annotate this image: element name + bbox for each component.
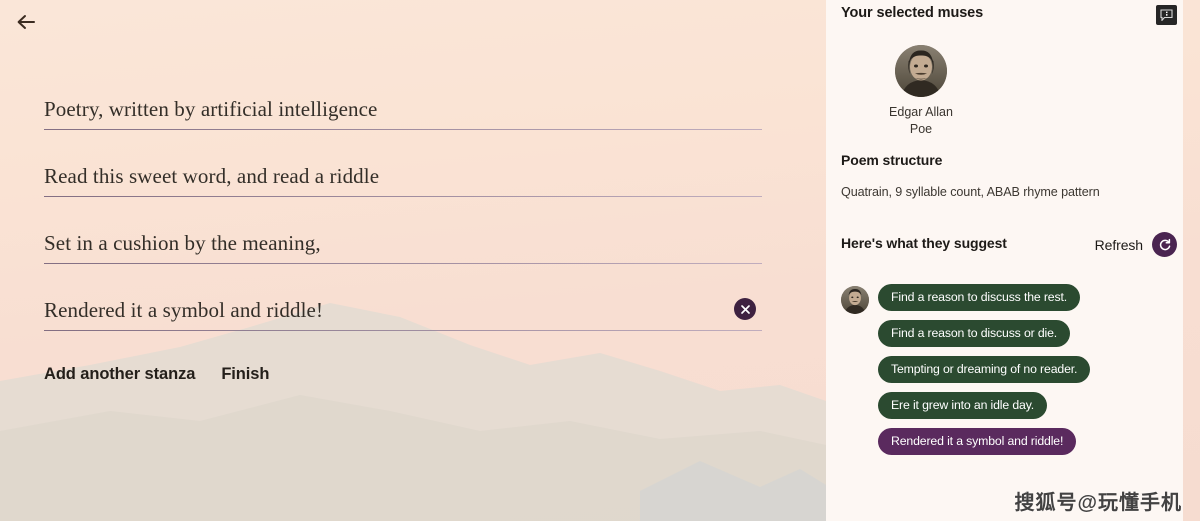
- arrow-left-icon: [17, 15, 35, 29]
- app-screen: Poetry, written by artificial intelligen…: [0, 0, 1200, 521]
- muses-sidebar: Your selected muses Edgar Allan Poe Poem…: [826, 0, 1183, 521]
- stanza-lines: Poetry, written by artificial intelligen…: [44, 96, 762, 331]
- poem-line-underline: [44, 129, 762, 130]
- refresh-icon-circle: [1152, 232, 1177, 257]
- suggestion-author-avatar: [841, 286, 869, 314]
- poem-line-text[interactable]: Rendered it a symbol and riddle!: [44, 297, 762, 329]
- delete-line-button[interactable]: [734, 298, 756, 320]
- poem-line[interactable]: Set in a cushion by the meaning,: [44, 230, 762, 264]
- suggestion-chip-selected[interactable]: Rendered it a symbol and riddle!: [878, 428, 1077, 455]
- poe-portrait-small: [841, 286, 869, 314]
- poem-editor-pane: Poetry, written by artificial intelligen…: [0, 0, 826, 521]
- suggestion-chip[interactable]: Find a reason to discuss or die.: [878, 320, 1071, 347]
- suggestion-row: Find a reason to discuss the rest. Find …: [841, 284, 1171, 455]
- refresh-icon: [1159, 238, 1170, 250]
- muse-name: Edgar Allan Poe: [873, 104, 969, 138]
- finish-button[interactable]: Finish: [221, 365, 269, 384]
- back-button[interactable]: [6, 5, 46, 39]
- poem-line-underline: [44, 330, 762, 331]
- poem-structure-heading: Poem structure: [841, 152, 943, 168]
- poem-line-underline: [44, 196, 762, 197]
- refresh-button[interactable]: Refresh: [1095, 232, 1177, 257]
- close-circle-icon: [740, 304, 750, 314]
- poem-line-text[interactable]: Set in a cushion by the meaning,: [44, 230, 762, 262]
- poem-line-text[interactable]: Poetry, written by artificial intelligen…: [44, 96, 762, 128]
- muse-name-line-1: Edgar Allan: [889, 105, 953, 119]
- suggestion-chips: Find a reason to discuss the rest. Find …: [878, 284, 1091, 455]
- suggestion-chip[interactable]: Find a reason to discuss the rest.: [878, 284, 1081, 311]
- refresh-label: Refresh: [1094, 236, 1143, 253]
- sidebar-title: Your selected muses: [841, 5, 984, 21]
- selected-muse[interactable]: Edgar Allan Poe: [873, 45, 969, 138]
- poe-portrait: [895, 45, 947, 97]
- add-another-stanza-button[interactable]: Add another stanza: [44, 365, 195, 384]
- poem-line[interactable]: Read this sweet word, and read a riddle: [44, 163, 762, 197]
- muse-name-line-2: Poe: [909, 122, 933, 136]
- edgar-allan-poe-avatar[interactable]: [895, 45, 947, 97]
- info-bubble-icon: [1160, 9, 1173, 21]
- suggestions-list: Find a reason to discuss the rest. Find …: [841, 284, 1171, 455]
- poem-structure-description: Quatrain, 9 syllable count, ABAB rhyme p…: [841, 185, 1100, 199]
- poem-line-text[interactable]: Read this sweet word, and read a riddle: [44, 163, 762, 195]
- info-button[interactable]: [1156, 5, 1177, 25]
- suggestion-chip[interactable]: Tempting or dreaming of no reader.: [878, 356, 1091, 383]
- suggestions-heading: Here's what they suggest: [841, 235, 1007, 251]
- poem-line[interactable]: Poetry, written by artificial intelligen…: [44, 96, 762, 130]
- suggestion-chip[interactable]: Ere it grew into an idle day.: [878, 392, 1048, 419]
- poem-line[interactable]: Rendered it a symbol and riddle!: [44, 297, 762, 331]
- editor-actions: Add another stanza Finish: [44, 365, 269, 384]
- poem-line-underline: [44, 263, 762, 264]
